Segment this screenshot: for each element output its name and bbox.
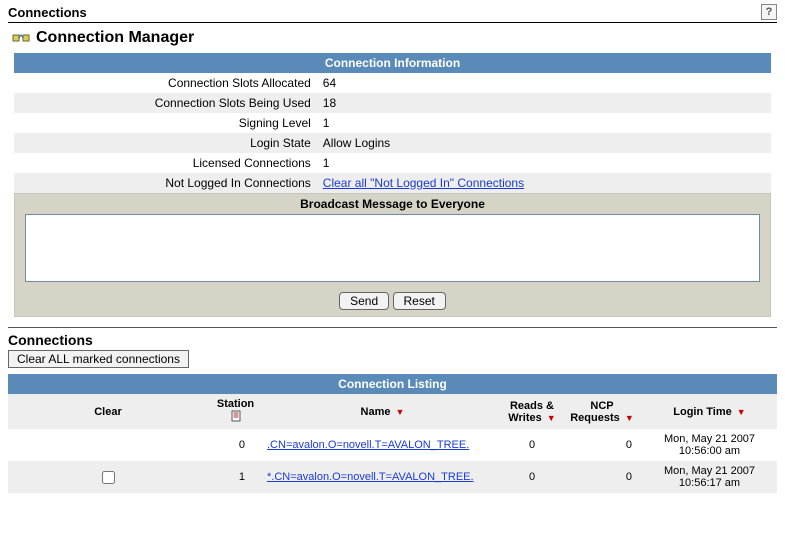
- login-time: 10:56:17 am: [679, 477, 740, 489]
- manager-header: Connection Manager: [12, 29, 777, 47]
- label-slots-used: Connection Slots Being Used: [14, 93, 317, 113]
- col-header-reads-writes[interactable]: Reads & Writes ▼: [502, 394, 562, 429]
- cell-login-time: Mon, May 21 200710:56:17 am: [642, 461, 777, 493]
- value-login-state: Allow Logins: [317, 133, 771, 153]
- broadcast-title: Broadcast Message to Everyone: [15, 194, 770, 214]
- sort-arrow-icon: ▼: [547, 413, 556, 423]
- col-header-name[interactable]: Name ▼: [263, 394, 502, 429]
- cell-station: 1: [208, 461, 263, 493]
- col-header-clear-label: Clear: [94, 406, 122, 418]
- label-login-state: Login State: [14, 133, 317, 153]
- cell-clear: [8, 461, 208, 493]
- login-date: Mon, May 21 2007: [664, 433, 755, 445]
- col-header-clear[interactable]: Clear: [8, 394, 208, 429]
- clear-all-marked-button[interactable]: Clear ALL marked connections: [8, 350, 189, 368]
- help-icon[interactable]: ?: [761, 4, 777, 20]
- table-row: 1*.CN=avalon.O=novell.T=AVALON_TREE.00Mo…: [8, 461, 777, 493]
- cell-name: *.CN=avalon.O=novell.T=AVALON_TREE.: [263, 461, 502, 493]
- section-divider: [8, 327, 777, 328]
- login-time: 10:56:00 am: [679, 445, 740, 457]
- sort-arrow-icon: ▼: [625, 413, 634, 423]
- cell-station: 0: [208, 429, 263, 461]
- col-header-login-label: Login Time: [673, 406, 731, 418]
- connection-listing-table: Clear Station Name ▼ Reads & Write: [8, 394, 777, 493]
- login-date: Mon, May 21 2007: [664, 465, 755, 477]
- col-header-ncp[interactable]: NCP Requests ▼: [562, 394, 642, 429]
- cell-login-time: Mon, May 21 200710:56:00 am: [642, 429, 777, 461]
- connector-icon: [12, 29, 30, 47]
- sort-arrow-icon: ▼: [396, 407, 405, 417]
- value-signing-level: 1: [317, 113, 771, 133]
- manager-heading: Connection Manager: [36, 29, 194, 47]
- connection-info-band: Connection Information: [14, 53, 771, 73]
- label-not-logged-in: Not Logged In Connections: [14, 173, 317, 193]
- broadcast-panel: Broadcast Message to Everyone Send Reset: [14, 193, 771, 317]
- col-header-station-label: Station: [217, 398, 254, 410]
- clear-not-logged-in-link[interactable]: Clear all "Not Logged In" Connections: [323, 176, 524, 190]
- label-slots-allocated: Connection Slots Allocated: [14, 73, 317, 93]
- table-row: 0.CN=avalon.O=novell.T=AVALON_TREE.00Mon…: [8, 429, 777, 461]
- value-slots-used: 18: [317, 93, 771, 113]
- label-signing-level: Signing Level: [14, 113, 317, 133]
- filter-icon[interactable]: [231, 410, 241, 422]
- cell-name: .CN=avalon.O=novell.T=AVALON_TREE.: [263, 429, 502, 461]
- connection-name-link[interactable]: *.CN=avalon.O=novell.T=AVALON_TREE.: [267, 471, 474, 483]
- connection-info-table: Connection Slots Allocated 64 Connection…: [14, 73, 771, 193]
- cell-reads-writes: 0: [502, 429, 562, 461]
- page-title: Connections: [8, 5, 87, 20]
- page-header: Connections ?: [8, 4, 777, 23]
- broadcast-textarea[interactable]: [25, 214, 760, 282]
- cell-clear: [8, 429, 208, 461]
- col-header-name-label: Name: [361, 406, 391, 418]
- clear-checkbox[interactable]: [102, 471, 115, 484]
- col-header-login-time[interactable]: Login Time ▼: [642, 394, 777, 429]
- cell-reads-writes: 0: [502, 461, 562, 493]
- reset-button[interactable]: Reset: [393, 292, 446, 310]
- connection-name-link[interactable]: .CN=avalon.O=novell.T=AVALON_TREE.: [267, 439, 469, 451]
- send-button[interactable]: Send: [339, 292, 389, 310]
- value-slots-allocated: 64: [317, 73, 771, 93]
- cell-ncp: 0: [562, 461, 642, 493]
- label-licensed: Licensed Connections: [14, 153, 317, 173]
- col-header-station[interactable]: Station: [208, 394, 263, 429]
- value-licensed: 1: [317, 153, 771, 173]
- col-header-ncp-label: NCP Requests: [570, 400, 620, 424]
- connection-listing-band: Connection Listing: [8, 374, 777, 394]
- cell-ncp: 0: [562, 429, 642, 461]
- sort-arrow-icon: ▼: [737, 407, 746, 417]
- connections-heading: Connections: [8, 332, 777, 348]
